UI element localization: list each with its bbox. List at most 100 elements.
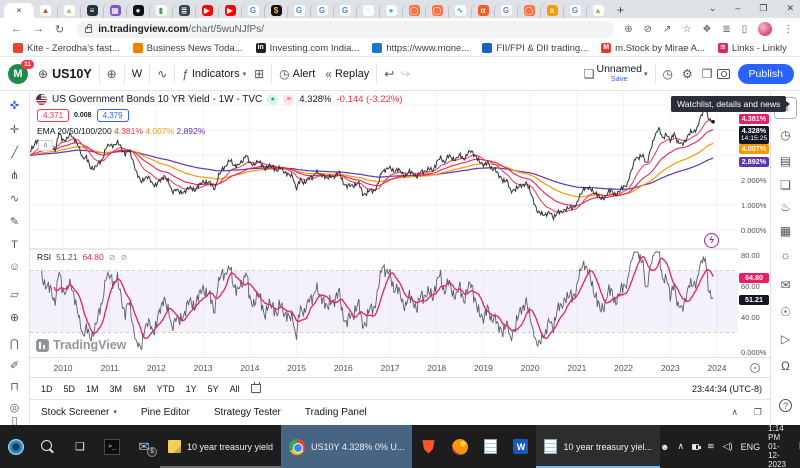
year-label[interactable]: 2013: [194, 363, 213, 373]
tab-pine-editor[interactable]: Pine Editor: [141, 407, 190, 418]
go-to-date-icon[interactable]: [251, 384, 261, 393]
bookmark-item[interactable]: ≋Links - Linkly: [718, 43, 787, 54]
drawing-lock-tool-icon[interactable]: ✐: [0, 360, 29, 373]
settings-gear-icon[interactable]: ⚙: [682, 67, 693, 81]
year-label[interactable]: 2014: [240, 363, 259, 373]
taskbar-terminal[interactable]: >_: [96, 425, 128, 468]
browser-tab[interactable]: α: [471, 3, 494, 18]
hotlists-icon[interactable]: ♨: [771, 200, 800, 214]
tab-stock-screener[interactable]: Stock Screener▾: [41, 407, 117, 418]
taskbar-chrome[interactable]: US10Y 4.328% 0% U...: [281, 425, 412, 468]
year-label[interactable]: 2017: [381, 363, 400, 373]
profile-avatar[interactable]: [758, 22, 772, 36]
alerts-icon[interactable]: ◷: [771, 128, 800, 142]
taskbar-word[interactable]: W: [505, 425, 536, 468]
go-to-realtime-icon[interactable]: [750, 363, 760, 373]
star-icon[interactable]: ☆: [682, 24, 691, 35]
eye-off-icon[interactable]: ⊘: [644, 24, 652, 35]
bookmark-item[interactable]: inInvesting.com India...: [256, 43, 360, 54]
new-tab-button[interactable]: +: [617, 4, 624, 16]
reading-list-icon[interactable]: ≣: [722, 24, 730, 35]
crosshair-tool-icon[interactable]: ✜: [0, 100, 29, 113]
zoom-icon[interactable]: ⊕: [624, 24, 632, 35]
clock-timezone[interactable]: 23:44:34 (UTC-8): [692, 384, 762, 394]
help-icon[interactable]: ?: [771, 399, 800, 412]
text-tool-icon[interactable]: T: [0, 239, 29, 252]
browser-tab[interactable]: ▮: [149, 3, 172, 18]
live-icon[interactable]: ▷: [771, 332, 800, 346]
ask-button[interactable]: 4.379: [97, 109, 129, 122]
year-label[interactable]: 2018: [427, 363, 446, 373]
browser-tab[interactable]: ◯: [517, 3, 540, 18]
reload-icon[interactable]: ↻: [55, 23, 64, 36]
range-3m-button[interactable]: 3M: [110, 384, 123, 394]
year-label[interactable]: 2011: [101, 363, 119, 373]
forward-icon[interactable]: →: [33, 23, 44, 35]
side-panel-icon[interactable]: ▯: [742, 24, 748, 35]
panel-collapse-icon[interactable]: ∧: [731, 407, 738, 418]
magnet-tool-icon[interactable]: ⋂: [0, 338, 29, 351]
symbol-search-input[interactable]: US10Y: [52, 67, 92, 81]
close-button[interactable]: ✕: [786, 3, 794, 14]
object-tree-icon[interactable]: ❏: [771, 178, 800, 192]
lock-all-tool-icon[interactable]: ⊓: [0, 381, 29, 394]
back-icon[interactable]: ←: [11, 23, 22, 35]
year-label[interactable]: 2012: [147, 363, 166, 373]
indicator-templates-icon[interactable]: ⊞: [254, 67, 264, 81]
ema-legend[interactable]: EMA 20/50/100/200 4.381% 4.007% 2.892%: [37, 126, 205, 136]
battery-icon[interactable]: [692, 444, 699, 450]
url-bar[interactable]: in.tradingview.com/chart/5wuNJfPs/: [76, 21, 614, 38]
browser-tab[interactable]: ×: [4, 3, 34, 18]
legend-collapse-button[interactable]: ∧: [38, 140, 53, 151]
language-indicator[interactable]: ENG: [741, 442, 761, 452]
rsi-settings-icon[interactable]: ⊘: [120, 253, 127, 262]
taskbar-start[interactable]: [0, 425, 32, 468]
browser-tab[interactable]: ◯: [402, 3, 425, 18]
bookmark-item[interactable]: Mm.Stock by Mirae A...: [601, 43, 705, 54]
rsi-legend[interactable]: RSI 51.21 64.80 ⊘ ⊘: [37, 252, 127, 262]
tab-search-icon[interactable]: ⌄: [709, 3, 717, 14]
legend-menu-icon[interactable]: ≡: [283, 94, 294, 105]
browser-tab[interactable]: ●: [126, 3, 149, 18]
browser-tab[interactable]: ▲: [586, 3, 609, 18]
menu-dots-icon[interactable]: ⋮: [783, 24, 793, 35]
browser-tab[interactable]: G: [333, 3, 356, 18]
browser-tab[interactable]: ▶: [218, 3, 241, 18]
year-label[interactable]: 2023: [661, 363, 680, 373]
panel-maximize-icon[interactable]: ❐: [754, 407, 762, 418]
patterns-tool-icon[interactable]: ∿: [0, 193, 29, 206]
clock-date[interactable]: 1:14 PM 01-12-2023: [768, 424, 791, 468]
brush-tool-icon[interactable]: ✎: [0, 216, 29, 229]
symbol-search-icon[interactable]: ⊕: [38, 67, 48, 81]
minimize-button[interactable]: –: [735, 3, 740, 13]
range-all-button[interactable]: All: [230, 384, 240, 394]
range-5d-button[interactable]: 5D: [64, 384, 76, 394]
people-icon[interactable]: ☻: [660, 442, 669, 452]
speaker-icon[interactable]: ◁): [723, 441, 733, 452]
time-axis[interactable]: 2010201120122013201420152016201720182019…: [30, 357, 770, 377]
browser-tab[interactable]: G: [310, 3, 333, 18]
maximize-button[interactable]: ❐: [759, 3, 767, 14]
price-chart[interactable]: [30, 91, 738, 248]
browser-tab[interactable]: ▲: [57, 3, 80, 18]
tray-chevron-icon[interactable]: ∧: [677, 441, 684, 452]
browser-tab[interactable]: ◌: [356, 3, 379, 18]
taskbar-search[interactable]: [32, 425, 64, 468]
save-button[interactable]: Save: [611, 74, 628, 84]
alert-button[interactable]: Alert: [293, 68, 316, 80]
browser-tab[interactable]: ●: [379, 3, 402, 18]
trend-line-tool-icon[interactable]: ╱: [0, 147, 29, 160]
browser-tab[interactable]: G: [563, 3, 586, 18]
extensions-icon[interactable]: ❖: [702, 24, 711, 35]
browser-tab[interactable]: ▶: [195, 3, 218, 18]
zoom-in-tool-icon[interactable]: ⊕: [0, 312, 29, 325]
fullscreen-icon[interactable]: ❐: [702, 67, 713, 81]
browser-tab[interactable]: $: [264, 3, 287, 18]
chevron-down-icon[interactable]: ▾: [243, 70, 247, 78]
measure-tool-icon[interactable]: ▱: [0, 289, 29, 302]
undo-icon[interactable]: ↩: [384, 67, 394, 81]
tab-strategy-tester[interactable]: Strategy Tester: [214, 407, 281, 418]
year-label[interactable]: 2015: [287, 363, 306, 373]
bookmark-item[interactable]: Kite - Zerodha's fast...: [13, 43, 120, 54]
range-ytd-button[interactable]: YTD: [157, 384, 175, 394]
